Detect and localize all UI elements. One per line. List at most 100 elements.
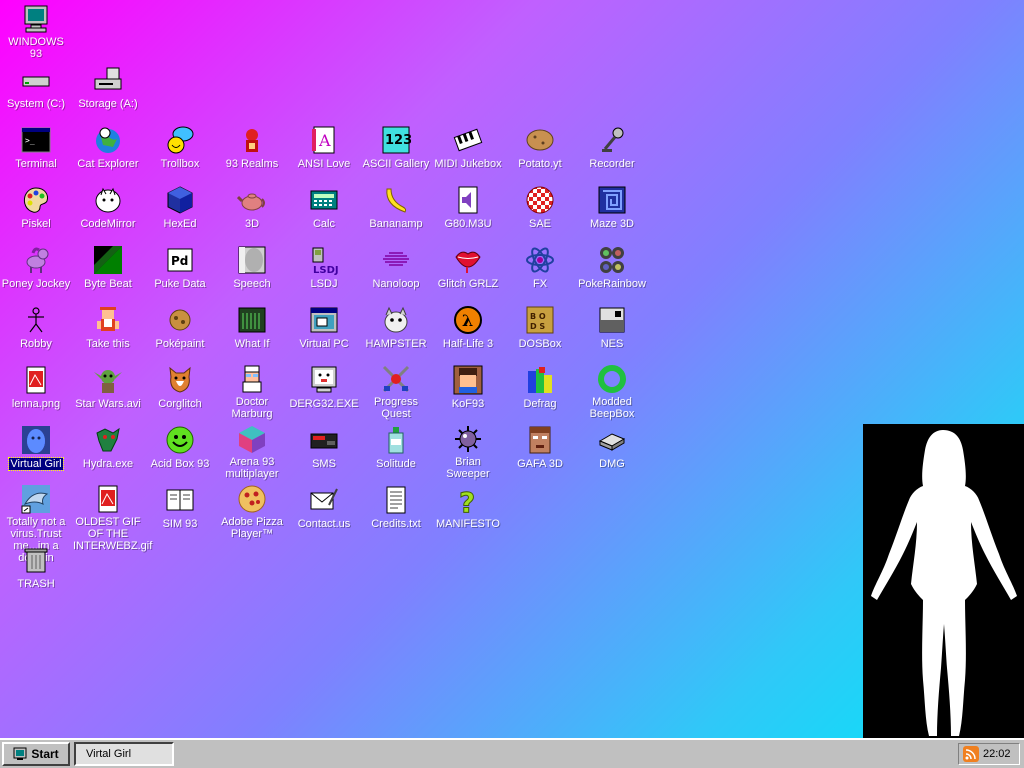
desktop-icon-acid-box-93[interactable]: Acid Box 93 bbox=[144, 420, 216, 480]
desktop-icon-3d[interactable]: 3D bbox=[216, 180, 288, 240]
desktop-icon-ansi-love[interactable]: A ANSI Love bbox=[288, 120, 360, 180]
icon-label: ASCII Gallery bbox=[362, 158, 430, 170]
desktop-icon-ascii-gallery[interactable]: 123 ASCII Gallery bbox=[360, 120, 432, 180]
desktop-icon-potato-yt[interactable]: Potato.yt bbox=[504, 120, 576, 180]
desktop-icon-solitude[interactable]: Solitude bbox=[360, 420, 432, 480]
taskbar-item-virtual-girl[interactable]: Virtal Girl bbox=[74, 742, 174, 766]
desktop-icon-hampster[interactable]: HAMPSTER bbox=[360, 300, 432, 360]
pizza-icon bbox=[236, 484, 268, 514]
icon-label: Robby bbox=[20, 338, 52, 350]
icon-label: KoF93 bbox=[451, 398, 485, 410]
desktop-icon-system-c[interactable]: System (C:) bbox=[0, 60, 72, 120]
desktop-icon-trash[interactable]: TRASH bbox=[0, 540, 72, 600]
rss-icon[interactable] bbox=[963, 746, 979, 762]
desktop-icon-puke-data[interactable]: Pd Puke Data bbox=[144, 240, 216, 300]
icon-label: What If bbox=[234, 338, 270, 350]
icon-label: Acid Box 93 bbox=[150, 458, 210, 470]
desktop-icon-g80-m3u[interactable]: G80.M3U bbox=[432, 180, 504, 240]
bottle-icon bbox=[380, 424, 412, 456]
icon-label: Poképaint bbox=[155, 338, 205, 350]
blue-face-icon bbox=[20, 424, 52, 456]
desktop-icon-star-wars[interactable]: Star Wars.avi bbox=[72, 360, 144, 420]
desktop-icon-bananamp[interactable]: Bananamp bbox=[360, 180, 432, 240]
desktop-icon-lenna[interactable]: lenna.png bbox=[0, 360, 72, 420]
desktop-icon-virtual-girl[interactable]: Virtual Girl bbox=[0, 420, 72, 480]
floppy-drive-icon bbox=[92, 64, 124, 96]
desktop-icon-speech[interactable]: Speech bbox=[216, 240, 288, 300]
desktop-icon-dolphin[interactable]: Totally not a virus.Trust me...im a dolp… bbox=[0, 480, 72, 564]
desktop-icon-credits[interactable]: Credits.txt bbox=[360, 480, 432, 540]
desktop-icon-manifesto[interactable]: ? MANIFESTO bbox=[432, 480, 504, 540]
window-icon bbox=[308, 304, 340, 336]
dolphin-icon bbox=[20, 484, 52, 514]
desktop-icon-arena-93[interactable]: Arena 93 multiplayer bbox=[216, 420, 288, 480]
desktop-icon-fx[interactable]: FX bbox=[504, 240, 576, 300]
desktop-icon-terminal[interactable]: >_ Terminal bbox=[0, 120, 72, 180]
desktop-icon-dosbox[interactable]: B OD S DOSBox bbox=[504, 300, 576, 360]
desktop-icon-midi-jukebox[interactable]: MIDI Jukebox bbox=[432, 120, 504, 180]
icon-label: MIDI Jukebox bbox=[434, 158, 502, 170]
desktop-icon-93-realms[interactable]: 93 Realms bbox=[216, 120, 288, 180]
desktop-icon-maze-3d[interactable]: Maze 3D bbox=[576, 180, 648, 240]
icon-label: DOSBox bbox=[518, 338, 562, 350]
clock[interactable]: 22:02 bbox=[983, 748, 1011, 760]
desktop-icon-glitch-grlz[interactable]: Glitch GRLZ bbox=[432, 240, 504, 300]
desktop-icon-contact-us[interactable]: Contact.us bbox=[288, 480, 360, 540]
icon-label: Bananamp bbox=[369, 218, 423, 230]
wave-icon bbox=[380, 244, 412, 276]
desktop-icon-adobe-pizza-player[interactable]: Adobe Pizza Player™ bbox=[216, 480, 288, 540]
desktop-icon-sms[interactable]: SMS bbox=[288, 420, 360, 480]
desktop-icon-piskel[interactable]: Piskel bbox=[0, 180, 72, 240]
desktop-icon-hydra[interactable]: Hydra.exe bbox=[72, 420, 144, 480]
mine-icon bbox=[452, 424, 484, 454]
desktop-icon-recorder[interactable]: Recorder bbox=[576, 120, 648, 180]
desktop-icon-sim-93[interactable]: SIM 93 bbox=[144, 480, 216, 540]
desktop-icon-nanoloop[interactable]: Nanoloop bbox=[360, 240, 432, 300]
desktop-icon-pokerainbow[interactable]: PokeRainbow bbox=[576, 240, 648, 300]
desktop-icon-progress-quest[interactable]: Progress Quest bbox=[360, 360, 432, 420]
desktop-icon-kof93[interactable]: KoF93 bbox=[432, 360, 504, 420]
icon-label: CodeMirror bbox=[80, 218, 136, 230]
icon-label: lenna.png bbox=[11, 398, 61, 410]
desktop-icon-virtual-pc[interactable]: Virtual PC bbox=[288, 300, 360, 360]
pony-icon bbox=[20, 244, 52, 276]
desktop-icon-derg32[interactable]: DERG32.EXE bbox=[288, 360, 360, 420]
desktop-icon-dmg[interactable]: DMG bbox=[576, 420, 648, 480]
desktop-icon-storage-a[interactable]: Storage (A:) bbox=[72, 60, 144, 120]
desktop-icon-pokepaint[interactable]: Poképaint bbox=[144, 300, 216, 360]
desktop-icon-what-if[interactable]: What If bbox=[216, 300, 288, 360]
desktop-icon-robby[interactable]: Robby bbox=[0, 300, 72, 360]
desktop-icon-modded-beepbox[interactable]: Modded BeepBox bbox=[576, 360, 648, 420]
desktop-icon-defrag[interactable]: Defrag bbox=[504, 360, 576, 420]
desktop-icon-half-life-3[interactable]: λ Half-Life 3 bbox=[432, 300, 504, 360]
desktop-icon-sae[interactable]: SAE bbox=[504, 180, 576, 240]
icon-label: HAMPSTER bbox=[365, 338, 427, 350]
desktop-icon-windows93[interactable]: WINDOWS 93 bbox=[0, 0, 72, 60]
desktop-icon-gafa-3d[interactable]: GAFA 3D bbox=[504, 420, 576, 480]
book-icon bbox=[164, 484, 196, 516]
desktop-icon-hexed[interactable]: HexEd bbox=[144, 180, 216, 240]
desktop-icon-trollbox[interactable]: Trollbox bbox=[144, 120, 216, 180]
desktop-icon-poney-jockey[interactable]: Poney Jockey bbox=[0, 240, 72, 300]
desktop-icon-cat-explorer[interactable]: Cat Explorer bbox=[72, 120, 144, 180]
icon-label: Piskel bbox=[21, 218, 51, 230]
start-button[interactable]: Start bbox=[2, 742, 70, 766]
sms-console-icon bbox=[308, 424, 340, 456]
desktop-icon-byte-beat[interactable]: Byte Beat bbox=[72, 240, 144, 300]
icon-label: LSDJ bbox=[310, 278, 338, 290]
desktop-icon-take-this[interactable]: Take this bbox=[72, 300, 144, 360]
amiga-ball-icon bbox=[524, 184, 556, 216]
icon-label: Brian Sweeper bbox=[446, 456, 490, 480]
desktop-icon-lsdj[interactable]: LSDJ LSDJ bbox=[288, 240, 360, 300]
desktop-icon-calc[interactable]: Calc bbox=[288, 180, 360, 240]
virtual-girl-window[interactable] bbox=[863, 424, 1024, 742]
lambda-icon: λ bbox=[452, 304, 484, 336]
desktop-icon-doctor-marburg[interactable]: Doctor Marburg bbox=[216, 360, 288, 420]
terminal-icon: >_ bbox=[20, 124, 52, 156]
desktop-icon-corglitch[interactable]: Corglitch bbox=[144, 360, 216, 420]
desktop-icon-oldest-gif[interactable]: OLDEST GIF OF THE INTERWEBZ.gif bbox=[72, 480, 152, 552]
desktop-icon-codemirror[interactable]: CodeMirror bbox=[72, 180, 144, 240]
desktop-icon-nes[interactable]: NES bbox=[576, 300, 648, 360]
desktop-icon-brian-sweeper[interactable]: Brian Sweeper bbox=[432, 420, 504, 480]
ascii-icon: 123 bbox=[380, 124, 412, 156]
